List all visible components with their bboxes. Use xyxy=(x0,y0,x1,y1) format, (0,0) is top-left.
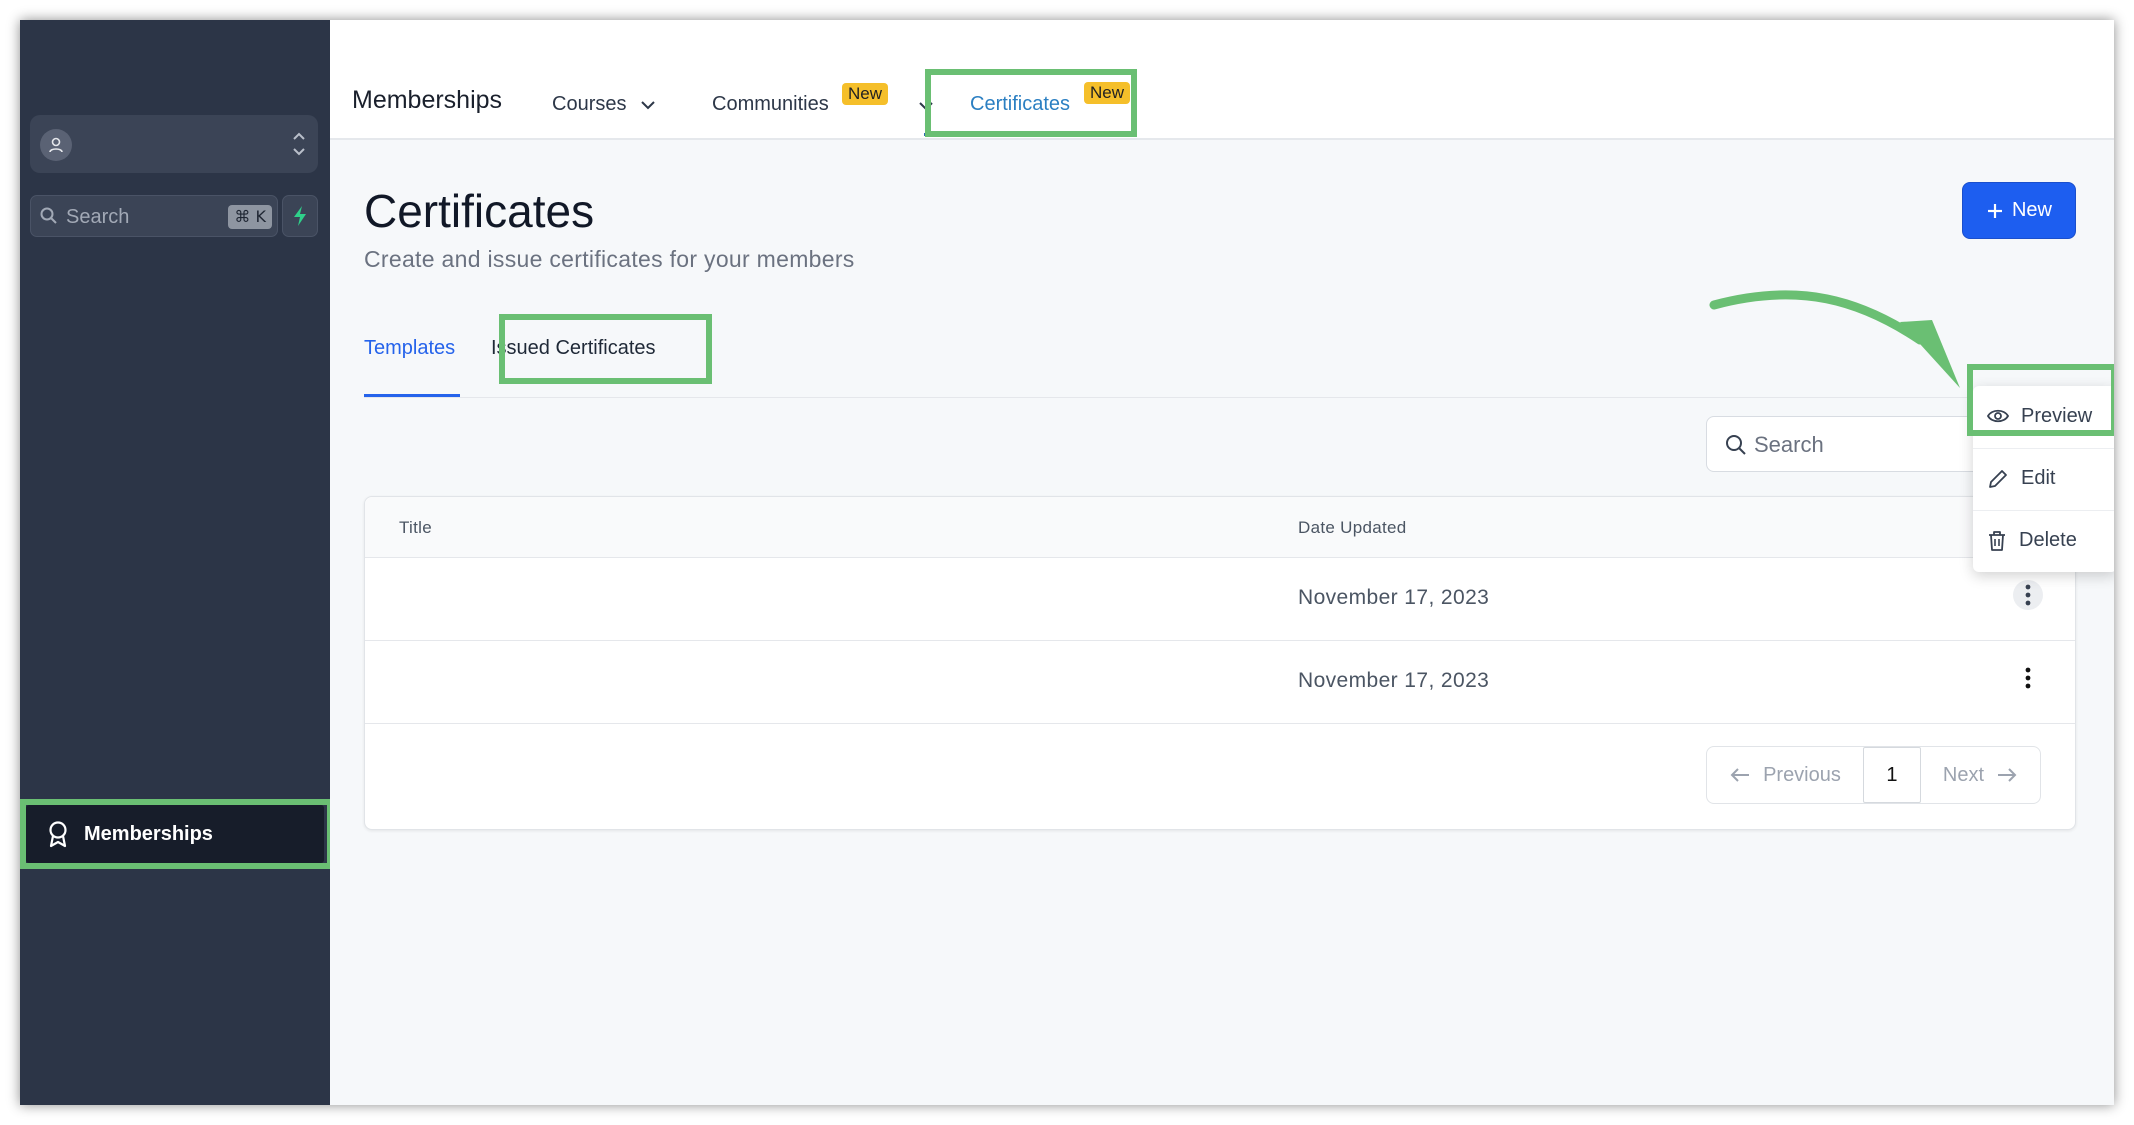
top-navigation: Memberships Courses Communities New Cert… xyxy=(330,20,2114,140)
search-placeholder: Search xyxy=(1754,432,1824,457)
table-row[interactable]: November 17, 2023 xyxy=(365,558,2075,641)
shortcut-badge: ⌘ K xyxy=(228,205,272,229)
kebab-icon xyxy=(2025,584,2031,606)
sidebar: Search ⌘ K Memberships xyxy=(20,20,330,1105)
column-header-title: Title xyxy=(399,518,432,537)
pencil-icon xyxy=(1989,469,2007,488)
plus-icon xyxy=(1987,203,2002,218)
highlight-box-memberships xyxy=(20,799,333,869)
table-search-input[interactable]: Search xyxy=(1706,416,1986,472)
arrow-left-icon xyxy=(1730,768,1750,782)
next-page-button[interactable]: Next xyxy=(1921,747,2040,803)
highlight-box-certificates xyxy=(925,69,1137,137)
menu-item-edit[interactable]: Edit xyxy=(1973,448,2114,508)
new-badge: New xyxy=(842,83,889,105)
page-number-button[interactable]: 1 xyxy=(1862,747,1921,803)
nav-item-communities[interactable]: Communities xyxy=(712,93,829,116)
search-placeholder: Search xyxy=(66,206,130,228)
date-updated-cell: November 17, 2023 xyxy=(1298,586,1490,609)
bolt-icon xyxy=(294,206,306,226)
chevron-up-down-icon xyxy=(293,132,305,156)
row-actions-button[interactable] xyxy=(2013,580,2043,610)
nav-item-label: Courses xyxy=(552,93,627,115)
menu-item-delete[interactable]: Delete xyxy=(1973,510,2114,570)
active-tab-underline xyxy=(364,394,460,397)
column-header-date-updated: Date Updated xyxy=(1298,518,1407,537)
nav-item-courses[interactable]: Courses xyxy=(552,93,656,116)
sidebar-search-input[interactable]: Search ⌘ K xyxy=(30,195,278,237)
row-actions-button[interactable] xyxy=(2013,663,2043,693)
nav-item-label: Communities xyxy=(712,93,829,115)
tabs-divider xyxy=(364,397,2076,398)
nav-brand: Memberships xyxy=(352,86,503,114)
date-updated-cell: November 17, 2023 xyxy=(1298,669,1490,692)
search-icon xyxy=(40,207,57,224)
certificates-table: Title Date Updated November 17, 2023 Nov… xyxy=(364,496,2076,830)
arrow-right-icon xyxy=(1998,768,2017,782)
trash-icon xyxy=(1989,530,2005,551)
menu-item-label: Delete xyxy=(2019,529,2077,551)
page-title: Certificates xyxy=(364,185,595,237)
next-label: Next xyxy=(1942,763,1984,786)
table-row[interactable]: November 17, 2023 xyxy=(365,641,2075,724)
app-window: Search ⌘ K Memberships Memberships Cours… xyxy=(20,20,2114,1105)
previous-page-button[interactable]: Previous xyxy=(1707,747,1863,803)
highlight-box-preview xyxy=(1967,364,2114,436)
pagination: Previous 1 Next xyxy=(1706,746,2041,804)
new-button-label: New xyxy=(2011,199,2052,221)
quick-action-button[interactable] xyxy=(282,195,318,237)
tab-templates[interactable]: Templates xyxy=(364,337,455,360)
chevron-down-icon xyxy=(641,101,655,110)
new-certificate-button[interactable]: New xyxy=(1962,182,2076,239)
menu-item-label: Edit xyxy=(2021,467,2056,489)
highlight-box-issued-certificates xyxy=(499,314,712,384)
search-icon xyxy=(1726,435,1746,455)
kebab-icon xyxy=(2025,667,2031,689)
user-avatar-icon xyxy=(40,129,72,161)
table-header: Title Date Updated xyxy=(365,497,2075,558)
main-content: Certificates Create and issue certificat… xyxy=(330,140,2114,1105)
page-subtitle: Create and issue certificates for your m… xyxy=(364,246,855,272)
previous-label: Previous xyxy=(1763,763,1841,786)
workspace-switcher[interactable] xyxy=(30,115,318,173)
